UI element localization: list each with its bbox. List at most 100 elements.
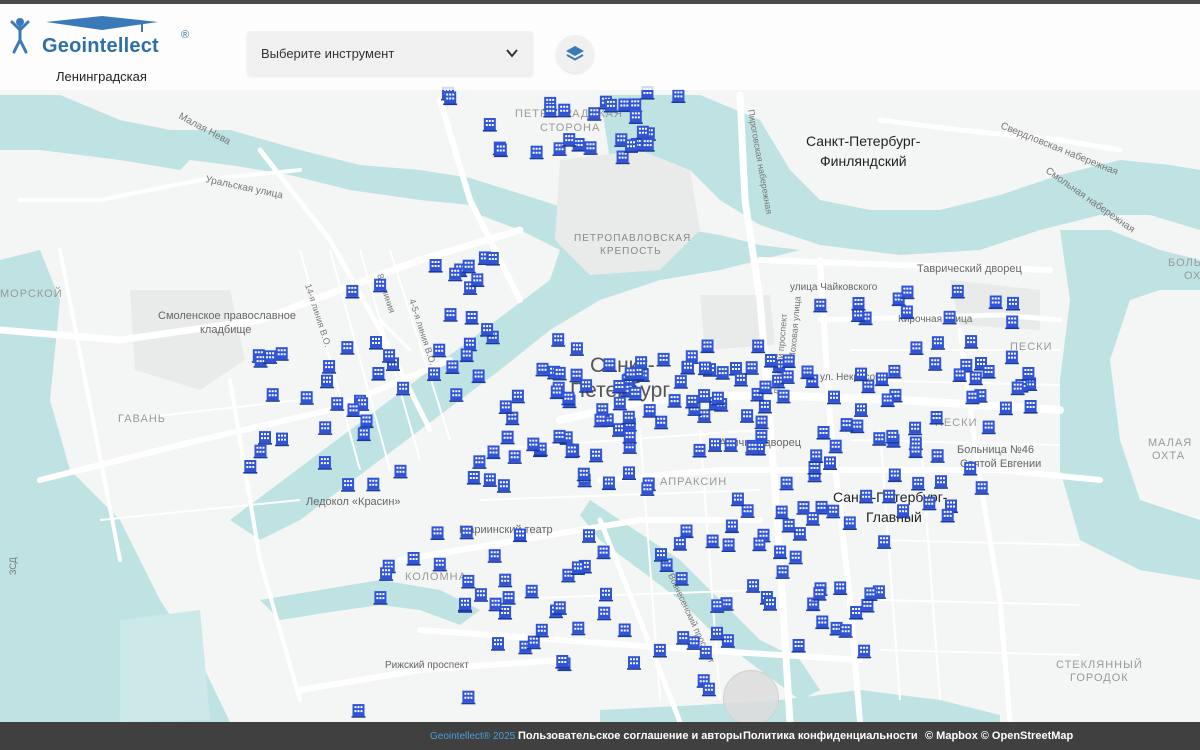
building-marker[interactable] — [863, 587, 878, 601]
building-marker[interactable] — [813, 298, 828, 313]
building-marker[interactable] — [942, 310, 957, 325]
building-marker[interactable] — [640, 482, 655, 496]
building-marker[interactable] — [775, 565, 790, 579]
building-marker[interactable] — [773, 545, 788, 560]
building-marker[interactable] — [448, 267, 463, 282]
building-marker[interactable] — [599, 587, 613, 602]
building-marker[interactable] — [851, 297, 866, 311]
building-marker[interactable] — [698, 361, 712, 376]
building-marker[interactable] — [827, 390, 841, 405]
building-marker[interactable] — [576, 467, 591, 482]
building-marker[interactable] — [491, 637, 505, 651]
building-marker[interactable] — [617, 623, 632, 638]
building-marker[interactable] — [265, 388, 280, 402]
building-marker[interactable] — [723, 438, 738, 452]
building-marker[interactable] — [1010, 381, 1025, 396]
building-marker[interactable] — [981, 365, 996, 379]
building-marker[interactable] — [466, 471, 481, 485]
building-marker[interactable] — [882, 489, 897, 504]
building-marker[interactable] — [470, 273, 485, 287]
map-canvas[interactable]: Санкт- Петербург Санкт-Петербург- Финлян… — [0, 0, 1200, 750]
building-marker[interactable] — [487, 549, 502, 563]
building-marker[interactable] — [877, 535, 892, 549]
building-marker[interactable] — [654, 548, 668, 562]
building-marker[interactable] — [697, 389, 712, 403]
building-marker[interactable] — [874, 372, 889, 387]
building-marker[interactable] — [485, 252, 500, 266]
building-marker[interactable] — [861, 379, 876, 394]
building-marker[interactable] — [974, 481, 989, 495]
building-marker[interactable] — [857, 644, 872, 659]
building-marker[interactable] — [744, 361, 759, 375]
building-marker[interactable] — [842, 516, 857, 530]
building-marker[interactable] — [258, 431, 272, 445]
building-marker[interactable] — [950, 284, 965, 299]
building-marker[interactable] — [299, 391, 314, 405]
building-marker[interactable] — [715, 366, 730, 380]
building-marker[interactable] — [498, 400, 513, 414]
building-marker[interactable] — [582, 529, 596, 543]
building-marker[interactable] — [449, 388, 464, 402]
building-marker[interactable] — [529, 145, 544, 160]
building-marker[interactable] — [805, 512, 820, 526]
building-marker[interactable] — [274, 347, 289, 361]
building-marker[interactable] — [346, 403, 361, 417]
building-marker[interactable] — [1006, 296, 1020, 311]
building-marker[interactable] — [396, 381, 411, 396]
privacy-link[interactable]: Политика конфиденциальности — [743, 730, 918, 742]
building-marker[interactable] — [671, 89, 686, 103]
building-marker[interactable] — [551, 333, 566, 347]
building-marker[interactable] — [496, 479, 511, 493]
building-marker[interactable] — [676, 631, 691, 645]
building-marker[interactable] — [507, 450, 522, 464]
building-marker[interactable] — [928, 357, 943, 371]
building-marker[interactable] — [908, 421, 923, 436]
building-marker[interactable] — [557, 103, 572, 118]
building-marker[interactable] — [579, 379, 594, 393]
building-marker[interactable] — [432, 557, 447, 572]
building-marker[interactable] — [700, 339, 715, 354]
building-marker[interactable] — [780, 370, 795, 384]
building-marker[interactable] — [815, 615, 830, 630]
layers-button[interactable] — [556, 35, 594, 73]
building-marker[interactable] — [710, 626, 724, 641]
building-marker[interactable] — [356, 427, 371, 442]
building-marker[interactable] — [621, 410, 636, 425]
building-marker[interactable] — [524, 584, 539, 599]
building-marker[interactable] — [922, 496, 937, 511]
building-marker[interactable] — [393, 464, 408, 479]
building-marker[interactable] — [880, 393, 895, 408]
building-marker[interactable] — [781, 518, 796, 533]
building-marker[interactable] — [443, 91, 458, 106]
building-marker[interactable] — [652, 643, 667, 658]
building-marker[interactable] — [826, 504, 841, 519]
building-marker[interactable] — [964, 335, 979, 349]
building-marker[interactable] — [534, 623, 549, 638]
building-marker[interactable] — [369, 336, 383, 350]
building-marker[interactable] — [628, 110, 643, 124]
building-marker[interactable] — [500, 430, 515, 445]
building-marker[interactable] — [674, 572, 689, 586]
map-navigation-control[interactable] — [723, 670, 779, 726]
building-marker[interactable] — [909, 341, 924, 355]
building-marker[interactable] — [253, 444, 268, 459]
building-marker[interactable] — [887, 364, 902, 379]
building-marker[interactable] — [965, 390, 980, 405]
building-marker[interactable] — [612, 396, 627, 411]
building-marker[interactable] — [552, 601, 567, 615]
building-marker[interactable] — [930, 336, 945, 350]
building-marker[interactable] — [458, 597, 472, 612]
building-marker[interactable] — [275, 432, 289, 447]
building-marker[interactable] — [597, 606, 612, 621]
building-marker[interactable] — [471, 369, 486, 384]
building-marker[interactable] — [833, 581, 848, 595]
building-marker[interactable] — [792, 527, 807, 541]
building-marker[interactable] — [1004, 350, 1019, 365]
building-marker[interactable] — [740, 409, 755, 423]
building-marker[interactable] — [908, 444, 923, 459]
building-marker[interactable] — [800, 365, 815, 380]
building-marker[interactable] — [854, 403, 868, 417]
building-marker[interactable] — [763, 354, 778, 368]
building-marker[interactable] — [589, 448, 604, 463]
building-marker[interactable] — [562, 133, 577, 147]
